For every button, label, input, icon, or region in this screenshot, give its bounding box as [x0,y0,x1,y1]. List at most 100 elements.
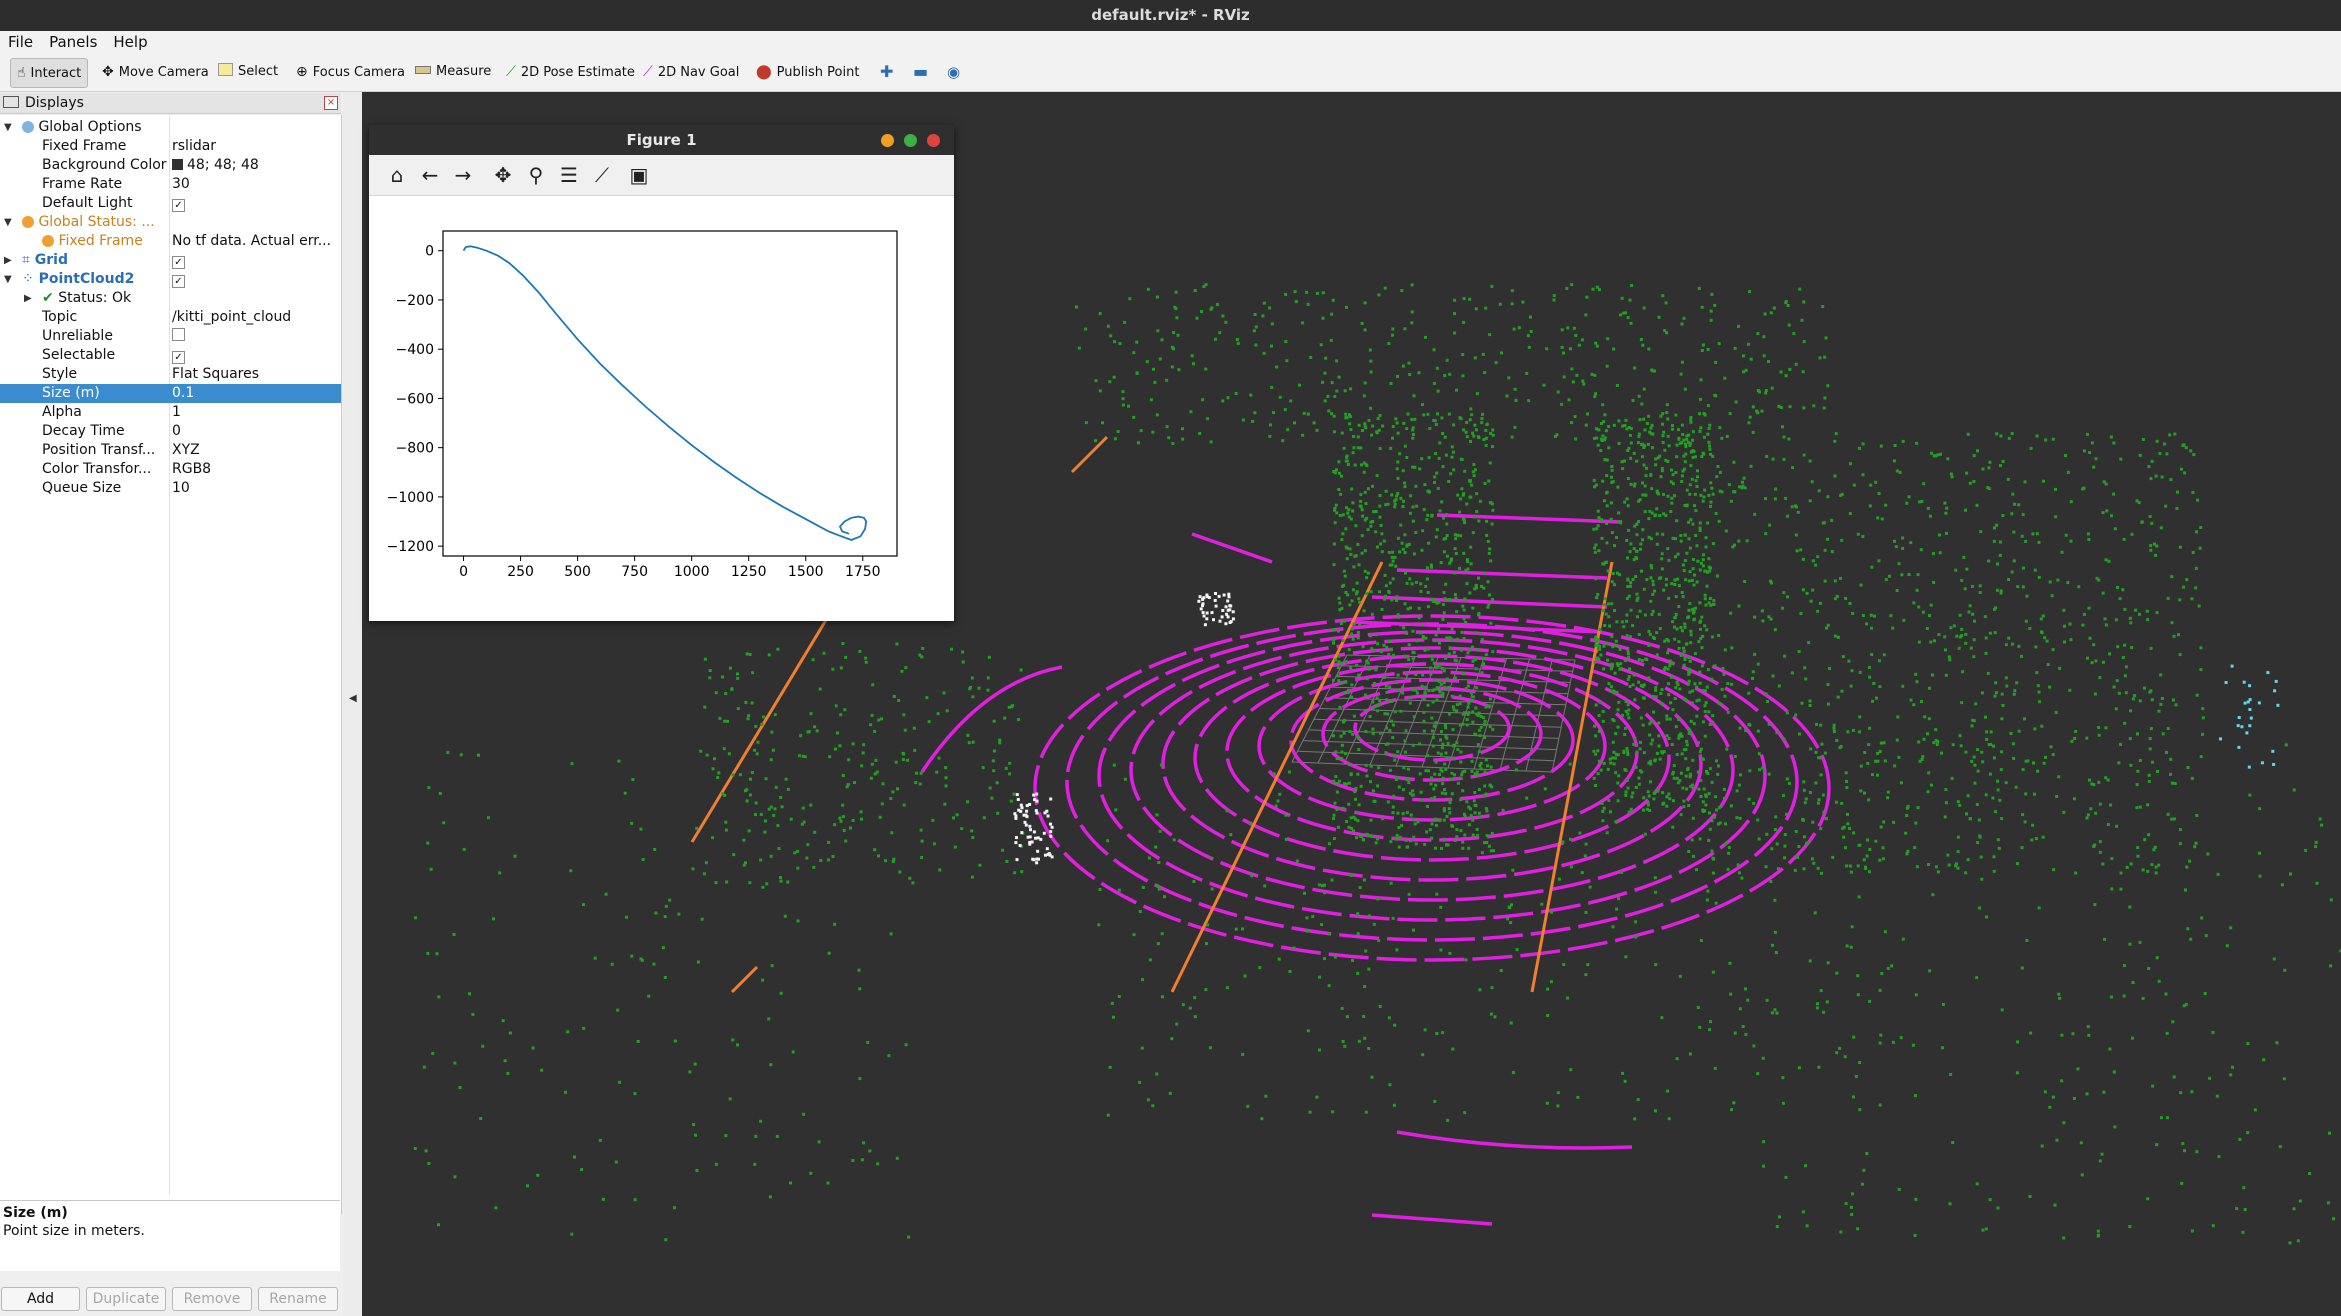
row-value[interactable]: XYZ [172,441,337,460]
tree-row-background-color[interactable]: Background Color 48; 48; 48 [0,156,341,175]
grid-checkbox[interactable]: ✓ [172,256,185,269]
pointcloud-icon: ⁘ [22,271,34,287]
tree-row-pointcloud2[interactable]: ▼ ⁘ PointCloud2 ✓ [0,270,341,289]
home-icon[interactable]: ⌂ [384,162,410,188]
minus-icon: ▬ [913,62,929,81]
pointcloud2-checkbox[interactable]: ✓ [172,275,185,288]
close-window-icon[interactable] [927,134,940,147]
displays-tree: ▼ Global Options Fixed Frame rslidar Back… [0,115,342,1215]
tree-row-queue-size[interactable]: Queue Size 10 [0,479,341,498]
menu-bar: File Panels Help [0,31,2341,54]
expand-down-icon[interactable]: ▼ [4,213,12,232]
select-tool[interactable]: Select [218,58,278,86]
remove-button[interactable]: Remove [172,1287,252,1311]
row-value[interactable]: 1 [172,403,337,422]
row-label: Fixed Frame [42,138,127,154]
x-tick-label: 1000 [674,564,710,580]
row-label: Decay Time [42,423,125,439]
tree-row-status-ok[interactable]: ▶ ✔ Status: Ok [0,289,341,308]
publish-point-tool[interactable]: ⬤ Publish Point [756,58,859,86]
tree-row-unreliable[interactable]: Unreliable [0,327,341,346]
row-label: Selectable [42,347,116,363]
move-camera-tool[interactable]: ✥ Move Camera [102,58,209,86]
expand-down-icon[interactable]: ▼ [4,118,12,137]
y-tick-label: 0 [425,244,434,260]
tree-row-size[interactable]: Size (m) 0.1 [0,384,341,403]
tool-bar: ☝ Interact ✥ Move Camera Select ⊕ Focus Cam… [0,54,2341,92]
tree-row-color-transformer[interactable]: Color Transfor... RGB8 [0,460,341,479]
row-value[interactable]: Flat Squares [172,365,337,384]
description-title: Size (m) [3,1205,68,1221]
tree-row-style[interactable]: Style Flat Squares [0,365,341,384]
add-tool-button[interactable]: ✚ [880,58,893,86]
tree-row-global-status[interactable]: ▼ Global Status: ... [0,213,341,232]
plus-icon: ✚ [880,62,894,81]
tree-row-topic[interactable]: Topic/kitti_point_cloud [0,308,341,327]
tree-row-decay-time[interactable]: Decay Time 0 [0,422,341,441]
panel-splitter[interactable]: ◀ [343,93,362,1316]
row-value[interactable]: 30 [172,175,337,194]
row-value[interactable]: 0.1 [172,384,337,403]
tree-row-selectable[interactable]: Selectable ✓ [0,346,341,365]
pose-estimate-tool[interactable]: ⟋ 2D Pose Estimate [506,58,635,86]
minimize-icon[interactable] [881,134,894,147]
move-icon: ✥ [102,64,114,80]
save-icon[interactable]: ▣ [626,162,652,188]
subplots-icon[interactable]: ☰ [556,162,582,188]
maximize-icon[interactable] [904,134,917,147]
forward-arrow-icon[interactable]: → [450,162,476,188]
rename-button[interactable]: Rename [258,1287,338,1311]
tree-row-alpha[interactable]: Alpha 1 [0,403,341,422]
plot-frame [442,230,898,557]
menu-file[interactable]: File [0,31,41,54]
expand-right-icon[interactable]: ▶ [4,251,12,270]
x-tick-label: 500 [564,564,591,580]
default-light-checkbox[interactable]: ✓ [172,199,185,212]
selectable-checkbox[interactable]: ✓ [172,351,185,364]
back-arrow-icon[interactable]: ← [417,162,443,188]
row-label: Style [42,366,78,382]
green-arrow-icon: ⟋ [506,64,516,80]
view-menu-button[interactable]: ◉ [947,58,960,86]
row-value[interactable]: /kitti_point_cloud [172,308,337,327]
tree-row-position-transformer[interactable]: Position Transf... XYZ [0,441,341,460]
figure-toolbar: ⌂ ← → ✥ ⚲ ☰ ⟋ ▣ [369,155,954,196]
row-value[interactable]: 48; 48; 48 [172,156,337,175]
row-label: Size (m) [42,385,100,401]
row-label: PointCloud2 [38,271,135,287]
tree-row-default-light[interactable]: Default Light ✓ [0,194,341,213]
trajectory-line [462,245,868,541]
row-value[interactable]: 10 [172,479,337,498]
x-tick-label: 750 [621,564,648,580]
row-label: Default Light [42,195,133,211]
measure-tool[interactable]: Measure [415,58,491,86]
nav-goal-tool[interactable]: ⟋ 2D Nav Goal [643,58,739,86]
expand-down-icon[interactable]: ▼ [4,270,12,289]
close-icon[interactable]: × [324,96,338,110]
expand-right-icon[interactable]: ▶ [24,289,32,308]
unreliable-checkbox[interactable] [172,328,185,341]
row-value[interactable]: rslidar [172,137,337,156]
row-value[interactable]: 0 [172,422,337,441]
duplicate-button[interactable]: Duplicate [86,1287,166,1311]
row-value[interactable]: RGB8 [172,460,337,479]
map-pin-icon: ⬤ [756,64,772,80]
x-tick-label: 1750 [845,564,881,580]
axes-edit-icon[interactable]: ⟋ [589,162,615,188]
crosshair-icon: ⊕ [296,64,308,80]
tree-row-fixed-frame-status[interactable]: Fixed Frame No tf data. Actual err... [0,232,341,251]
focus-camera-tool[interactable]: ⊕ Focus Camera [296,58,405,86]
menu-help[interactable]: Help [105,31,155,54]
displays-title: Displays [25,95,84,111]
pan-icon[interactable]: ✥ [490,162,516,188]
remove-tool-button[interactable]: ▬ [913,58,928,86]
tree-row-grid[interactable]: ▶ ⌗ Grid ✓ [0,251,341,270]
collapse-left-icon[interactable]: ◀ [349,693,357,704]
add-button[interactable]: Add [1,1287,80,1311]
tree-row-fixed-frame[interactable]: Fixed Frame rslidar [0,137,341,156]
tree-row-frame-rate[interactable]: Frame Rate 30 [0,175,341,194]
tree-row-global-options[interactable]: ▼ Global Options [0,118,341,137]
menu-panels[interactable]: Panels [41,31,105,54]
interact-tool[interactable]: ☝ Interact [10,58,89,88]
zoom-icon[interactable]: ⚲ [523,162,549,188]
